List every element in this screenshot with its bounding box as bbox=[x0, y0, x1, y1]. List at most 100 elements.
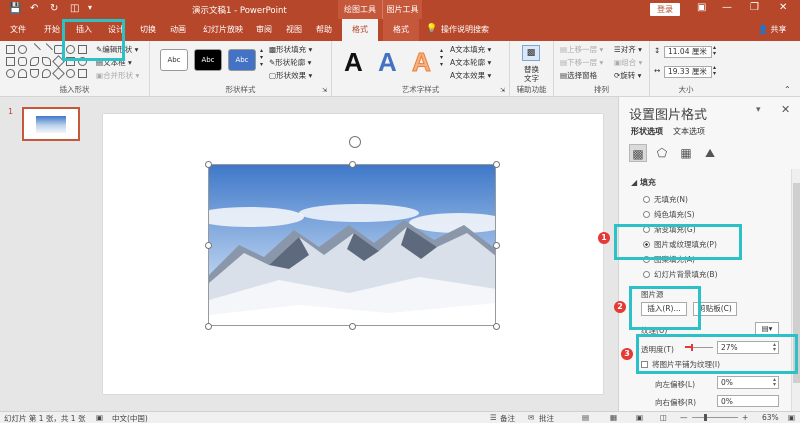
comments-icon[interactable]: ✉ bbox=[528, 413, 534, 422]
pane-scrollbar[interactable] bbox=[791, 169, 800, 411]
shape-oval-icon[interactable] bbox=[18, 45, 27, 54]
slide-canvas[interactable] bbox=[103, 114, 603, 394]
shape-wave-icon[interactable] bbox=[18, 69, 27, 78]
shape-curve-icon[interactable] bbox=[42, 57, 51, 66]
collapse-ribbon-icon[interactable]: ⌃ bbox=[784, 85, 791, 94]
shape-rotated-icon[interactable] bbox=[52, 67, 65, 80]
alt-text-label-2[interactable]: 文字 bbox=[524, 73, 539, 84]
shape-effects-button[interactable]: ▢形状效果 ▾ bbox=[269, 70, 312, 81]
styles-gallery-scroll[interactable]: ▴ ▾ ▾ bbox=[260, 47, 263, 68]
section-fill[interactable]: ◢ 填充 bbox=[631, 177, 656, 188]
restore-icon[interactable]: ❐ bbox=[750, 2, 759, 13]
login-button[interactable]: 登录 bbox=[650, 3, 680, 16]
wordart-blue[interactable]: A bbox=[378, 47, 397, 78]
wordart-gallery-scroll[interactable]: ▴ ▾ ▾ bbox=[440, 47, 443, 68]
zoom-out-icon[interactable]: — bbox=[680, 413, 688, 422]
slide-sorter-icon[interactable]: ▦ bbox=[610, 413, 617, 422]
tab-slideshow[interactable]: 幻灯片放映 bbox=[203, 24, 243, 35]
shape-arrow-icon[interactable] bbox=[40, 43, 53, 56]
resize-handle-bottom-right[interactable] bbox=[493, 323, 500, 330]
pane-options-icon[interactable]: ▾ bbox=[756, 105, 761, 115]
shape-arc-icon[interactable] bbox=[6, 69, 15, 78]
resize-handle-bottom[interactable] bbox=[349, 323, 356, 330]
resize-handle-left[interactable] bbox=[205, 242, 212, 249]
alt-text-icon[interactable]: ▩ bbox=[522, 45, 540, 61]
shape-rect-icon[interactable] bbox=[6, 45, 15, 54]
tab-transitions[interactable]: 切换 bbox=[140, 24, 156, 35]
shape-dot-icon[interactable] bbox=[66, 69, 75, 78]
minimize-icon[interactable]: — bbox=[722, 2, 732, 13]
rotate-handle-icon[interactable] bbox=[349, 136, 361, 148]
shape-outline-button[interactable]: ✎形状轮廓 ▾ bbox=[269, 57, 311, 68]
radio-slide-bg-fill[interactable]: 幻灯片背景填充(B) bbox=[643, 269, 718, 280]
text-effects-button[interactable]: A文本效果 ▾ bbox=[450, 70, 491, 81]
tab-format-drawing[interactable]: 格式 bbox=[342, 19, 378, 41]
selection-pane-button[interactable]: ▤选择窗格 bbox=[560, 70, 597, 81]
present-icon[interactable]: ◫ bbox=[70, 3, 79, 14]
height-input[interactable]: 11.04 厘米 bbox=[664, 46, 712, 58]
shape-round-rect-icon[interactable] bbox=[18, 57, 27, 66]
zoom-slider-thumb[interactable] bbox=[704, 414, 707, 421]
resize-handle-top[interactable] bbox=[349, 161, 356, 168]
group-button[interactable]: ▣组合 ▾ bbox=[614, 57, 642, 68]
wordart-orange[interactable]: A bbox=[412, 47, 432, 78]
text-fill-button[interactable]: A文本填充 ▾ bbox=[450, 44, 491, 55]
zoom-slider[interactable] bbox=[692, 414, 738, 421]
tab-text-options[interactable]: 文本选项 bbox=[673, 126, 705, 137]
resize-handle-bottom-left[interactable] bbox=[205, 323, 212, 330]
zoom-in-icon[interactable]: + bbox=[742, 413, 748, 422]
shape-style-blue[interactable]: Abc bbox=[228, 49, 256, 71]
slide-thumbnail-1[interactable] bbox=[22, 107, 80, 141]
tab-home[interactable]: 开始 bbox=[44, 24, 60, 35]
effects-pentagon-icon[interactable]: ⬠ bbox=[653, 144, 671, 162]
comments-status[interactable]: 批注 bbox=[539, 413, 554, 423]
shape-style-black[interactable]: Abc bbox=[194, 49, 222, 71]
radio-no-fill[interactable]: 无填充(N) bbox=[643, 194, 688, 205]
fit-slide-icon[interactable]: ▣ bbox=[788, 413, 795, 422]
tab-shape-options[interactable]: 形状选项 bbox=[631, 126, 663, 137]
shape-leaf-icon[interactable] bbox=[30, 57, 39, 66]
zoom-level[interactable]: 63% bbox=[762, 413, 779, 422]
spellcheck-icon[interactable]: ▣ bbox=[96, 413, 103, 422]
wordart-dialog-launcher-icon[interactable]: ⇲ bbox=[500, 87, 505, 94]
tab-review[interactable]: 审阅 bbox=[256, 24, 272, 35]
notes-icon[interactable]: ☰ bbox=[490, 413, 497, 422]
fill-line-icon[interactable]: ▩ bbox=[629, 144, 647, 162]
shape-drop-icon[interactable] bbox=[42, 69, 51, 78]
tab-file[interactable]: 文件 bbox=[10, 24, 26, 35]
reading-view-icon[interactable]: ▣ bbox=[636, 413, 643, 422]
text-outline-button[interactable]: A文本轮廓 ▾ bbox=[450, 57, 491, 68]
tab-animations[interactable]: 动画 bbox=[170, 24, 186, 35]
resize-handle-top-left[interactable] bbox=[205, 161, 212, 168]
undo-icon[interactable]: ↶ bbox=[30, 3, 38, 14]
tell-me-search[interactable]: 操作说明搜索 bbox=[441, 24, 489, 35]
width-input[interactable]: 19.33 厘米 bbox=[664, 66, 712, 78]
shape-line-icon[interactable] bbox=[28, 43, 41, 56]
tab-help[interactable]: 帮助 bbox=[316, 24, 332, 35]
rotate-button[interactable]: ⟳旋转 ▾ bbox=[614, 70, 641, 81]
align-button[interactable]: ☰对齐 ▾ bbox=[614, 44, 642, 55]
mountain-picture[interactable] bbox=[208, 164, 496, 326]
normal-view-icon[interactable]: ▤ bbox=[582, 413, 589, 422]
ribbon-display-icon[interactable]: ▣ bbox=[697, 2, 706, 13]
bring-forward-button[interactable]: ▤上移一层 ▾ bbox=[560, 44, 603, 55]
offset-left-input[interactable]: 0% ▴ ▾ bbox=[717, 376, 779, 389]
shape-square-icon[interactable] bbox=[6, 57, 15, 66]
shape-style-white[interactable]: Abc bbox=[160, 49, 188, 71]
dialog-launcher-icon[interactable]: ⇲ bbox=[322, 87, 327, 94]
send-backward-button[interactable]: ▤下移一层 ▾ bbox=[560, 57, 603, 68]
merge-shapes-button[interactable]: ▣合并形状 ▾ bbox=[96, 70, 139, 81]
redo-icon[interactable]: ↻ bbox=[50, 3, 58, 14]
wordart-black[interactable]: A bbox=[344, 47, 363, 78]
tab-view[interactable]: 视图 bbox=[286, 24, 302, 35]
height-spinner[interactable]: ▴ ▾ bbox=[713, 45, 716, 57]
notes-status[interactable]: 备注 bbox=[500, 413, 515, 423]
close-pane-icon[interactable]: ✕ bbox=[781, 103, 790, 116]
close-window-icon[interactable]: ✕ bbox=[779, 2, 787, 13]
radio-solid-fill[interactable]: 纯色填充(S) bbox=[643, 209, 695, 220]
size-properties-icon[interactable]: ▦ bbox=[677, 144, 695, 162]
language-status[interactable]: 中文(中国) bbox=[112, 413, 148, 423]
shape-cup-icon[interactable] bbox=[30, 69, 39, 78]
save-icon[interactable]: 💾 bbox=[9, 3, 21, 14]
width-spinner[interactable]: ▴ ▾ bbox=[713, 65, 716, 77]
